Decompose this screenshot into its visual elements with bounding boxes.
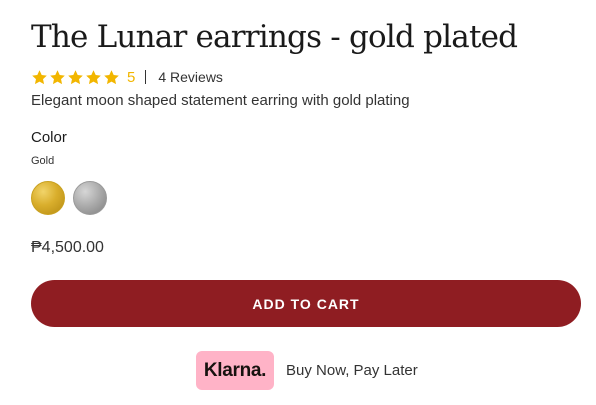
color-swatches xyxy=(31,181,107,215)
rating-row: 5 4 Reviews xyxy=(31,67,223,87)
rating-divider xyxy=(145,70,147,84)
star-icon xyxy=(104,69,119,84)
rating-value: 5 xyxy=(127,68,136,86)
reviews-link[interactable]: 4 Reviews xyxy=(158,69,223,85)
klarna-logo[interactable]: Klarna. xyxy=(196,351,274,390)
rating-stars[interactable] xyxy=(31,69,120,86)
klarna-promo: Klarna. Buy Now, Pay Later xyxy=(196,351,418,390)
star-icon xyxy=(32,69,47,84)
add-to-cart-button[interactable]: ADD TO CART xyxy=(31,280,581,327)
swatch-gold[interactable] xyxy=(31,181,65,215)
star-icon xyxy=(50,69,65,84)
color-option-label: Color xyxy=(31,129,67,146)
star-icon xyxy=(68,69,83,84)
color-selected-value: Gold xyxy=(31,155,55,167)
product-price: ₱4,500.00 xyxy=(31,239,104,256)
product-title: The Lunar earrings - gold plated xyxy=(31,19,518,55)
klarna-tagline: Buy Now, Pay Later xyxy=(286,362,418,379)
star-icon xyxy=(86,69,101,84)
product-description: Elegant moon shaped statement earring wi… xyxy=(31,92,410,109)
swatch-silver[interactable] xyxy=(73,181,107,215)
